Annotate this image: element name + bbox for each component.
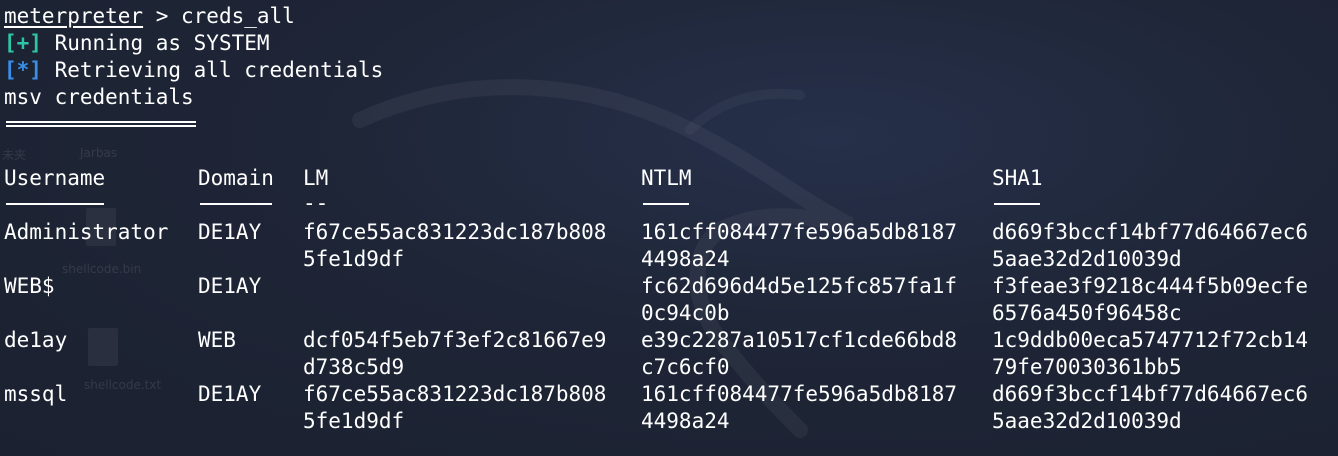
header-underline xyxy=(200,203,272,205)
header-underline xyxy=(6,203,104,205)
cell-lm: 5fe1d9df xyxy=(303,409,405,433)
cell-lm: f67ce55ac831223dc187b808 xyxy=(303,382,607,406)
column-header-sha1: SHA1 xyxy=(992,166,1043,190)
lm-header-dashes: -- xyxy=(303,191,329,215)
cell-lm: dcf054f5eb7f3ef2c81667e9 xyxy=(303,328,607,352)
status-text: Running as SYSTEM xyxy=(41,31,270,55)
cell-domain: WEB xyxy=(198,328,236,352)
prompt-separator: > xyxy=(143,4,182,28)
section-title: msv credentials xyxy=(4,85,194,109)
cell-lm: f67ce55ac831223dc187b808 xyxy=(303,220,607,244)
cell-ntlm: 4498a24 xyxy=(641,409,730,433)
cell-sha1: d669f3bccf14bf77d64667ec6 xyxy=(992,220,1309,244)
cell-sha1: 79fe70030361bb5 xyxy=(992,355,1182,379)
cell-sha1: f3feae3f9218c444f5b09ecfe xyxy=(992,274,1309,298)
cell-domain: DE1AY xyxy=(198,382,262,406)
cell-sha1: 6576a450f96458c xyxy=(992,301,1182,325)
column-header-domain: Domain xyxy=(198,166,274,190)
cell-domain: DE1AY xyxy=(198,220,262,244)
desktop-ghost-label: shellcode.bin xyxy=(62,262,142,276)
desktop-ghost-label: 未夹 xyxy=(2,148,27,162)
terminal-window[interactable]: 未夹 Jarbas shellcode.bin shellcode.txt me… xyxy=(0,0,1338,456)
cell-ntlm: 0c94c0b xyxy=(641,301,730,325)
header-underline xyxy=(643,203,689,205)
status-line: [+] Running as SYSTEM xyxy=(4,30,270,57)
cell-username: de1ay xyxy=(4,328,68,352)
cell-lm: d738c5d9 xyxy=(303,355,405,379)
column-header-lm: LM xyxy=(303,166,329,190)
command-text: creds_all xyxy=(181,4,295,28)
status-text: Retrieving all credentials xyxy=(41,58,384,82)
cell-ntlm: e39c2287a10517cf1cde66bd8 xyxy=(641,328,958,352)
cell-ntlm: 161cff084477fe596a5db8187 xyxy=(641,220,958,244)
info-tag: [*] xyxy=(4,58,42,82)
success-tag: [+] xyxy=(4,31,42,55)
cell-username: WEB$ xyxy=(4,274,55,298)
cell-sha1: 5aae32d2d10039d xyxy=(992,247,1182,271)
command-line: meterpreter > creds_all xyxy=(4,3,295,30)
file-icon xyxy=(88,328,118,366)
cell-username: Administrator xyxy=(4,220,169,244)
desktop-ghost-label: shellcode.txt xyxy=(84,378,162,392)
status-line: [*] Retrieving all credentials xyxy=(4,57,383,84)
cell-sha1: d669f3bccf14bf77d64667ec6 xyxy=(992,382,1309,406)
cell-domain: DE1AY xyxy=(198,274,262,298)
cell-ntlm: 4498a24 xyxy=(641,247,730,271)
prompt-label: meterpreter xyxy=(4,4,144,28)
cell-sha1: 1c9ddb00eca5747712f72cb14 xyxy=(992,328,1309,352)
cell-ntlm: 161cff084477fe596a5db8187 xyxy=(641,382,958,406)
cell-ntlm: c7c6cf0 xyxy=(641,355,730,379)
desktop-ghost-label: Jarbas xyxy=(80,146,118,160)
column-header-username: Username xyxy=(4,166,106,190)
cell-ntlm: fc62d696d4d5e125fc857fa1f xyxy=(641,274,958,298)
cell-sha1: 5aae32d2d10039d xyxy=(992,409,1182,433)
cell-lm: 5fe1d9df xyxy=(303,247,405,271)
header-underline xyxy=(994,203,1040,205)
column-header-ntlm: NTLM xyxy=(641,166,692,190)
cell-username: mssql xyxy=(4,382,68,406)
section-underline xyxy=(6,121,196,127)
